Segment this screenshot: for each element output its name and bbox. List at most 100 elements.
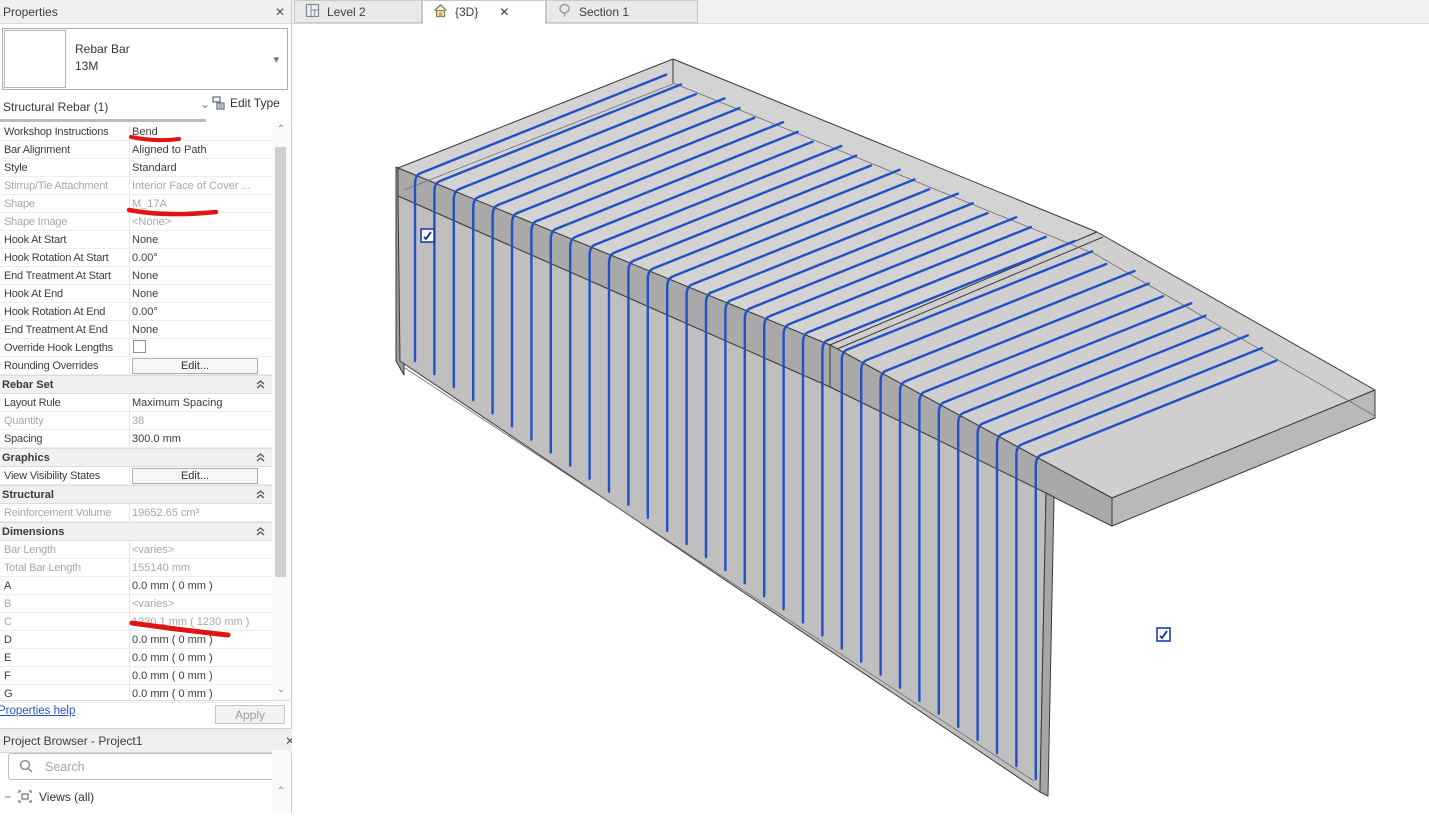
property-checkbox[interactable] [133,340,146,353]
property-value[interactable]: <None> [132,216,270,228]
vertical-scrollbar[interactable]: ⌃ ⌄ [272,123,290,700]
rebar-set-checkbox-icon[interactable] [1157,628,1170,641]
property-value[interactable]: None [132,324,270,336]
type-family: Rebar Bar [75,41,130,58]
edit-type-button[interactable]: Edit Type [212,96,280,110]
property-value[interactable]: Bend [132,126,270,138]
property-label: End Treatment At End [0,324,131,336]
property-group-header[interactable]: Dimensions [0,522,272,541]
property-value[interactable]: <varies> [132,544,270,556]
property-value[interactable]: 1230.1 mm ( 1230 mm ) [132,616,270,628]
property-value[interactable]: Standard [132,162,270,174]
property-label: Shape Image [0,216,131,228]
property-label: Workshop Instructions [0,126,131,138]
collapse-icon [255,452,266,463]
property-value[interactable]: None [132,270,270,282]
property-row: Hook Rotation At End0.00° [0,303,272,321]
property-value[interactable]: 300.0 mm [132,433,270,445]
property-label: C [0,616,131,628]
property-value[interactable]: 155140 mm [132,562,270,574]
project-browser-title: Project Browser - Project1 [3,734,142,748]
property-value[interactable]: 0.00° [132,306,270,318]
property-value[interactable]: None [132,234,270,246]
properties-title: Properties [3,5,58,19]
property-label: Rounding Overrides [0,360,131,372]
search-icon [19,759,34,774]
property-value[interactable]: Interior Face of Cover ... [132,180,270,192]
property-value[interactable]: 0.0 mm ( 0 mm ) [132,670,270,682]
property-row: Override Hook Lengths [0,339,272,357]
horizontal-scrollbar[interactable] [0,119,206,122]
property-row: A0.0 mm ( 0 mm ) [0,577,272,595]
tree-expander-icon[interactable]: − [4,790,11,804]
property-row: Quantity38 [0,412,272,430]
view-tab-3d[interactable]: {3D}✕ [422,0,546,24]
scroll-down-icon[interactable]: ⌄ [275,686,287,694]
property-grid: Workshop InstructionsBendBar AlignmentAl… [0,123,272,700]
close-icon[interactable]: ✕ [275,5,285,19]
3d-viewport[interactable] [292,24,1429,813]
property-value[interactable]: 38 [132,415,270,427]
edit-type-icon [212,96,226,110]
property-value[interactable]: 19652.65 cm³ [132,507,270,519]
property-label: Shape [0,198,131,210]
vertical-scrollbar[interactable]: ⌃ [272,750,290,813]
edit-button[interactable]: Edit... [132,468,258,484]
property-row: Hook At EndNone [0,285,272,303]
property-label: View Visibility States [0,470,131,482]
apply-button[interactable]: Apply [215,705,285,724]
property-row: D0.0 mm ( 0 mm ) [0,631,272,649]
property-row: Bar AlignmentAligned to Path [0,141,272,159]
view-tab-section1[interactable]: Section 1 [546,0,698,23]
properties-panel: Properties ✕ Rebar Bar 13M ▾ Structural … [0,0,292,813]
property-value[interactable]: 0.0 mm ( 0 mm ) [132,652,270,664]
property-value[interactable]: M_17A [132,198,270,210]
property-value[interactable]: 0.0 mm ( 0 mm ) [132,688,270,700]
property-value[interactable]: 0.0 mm ( 0 mm ) [132,580,270,592]
scroll-up-icon[interactable]: ⌃ [275,788,287,796]
property-label: Reinforcement Volume [0,507,131,519]
type-selector[interactable]: Rebar Bar 13M ▾ [2,28,288,90]
scroll-up-icon[interactable]: ⌃ [275,126,287,134]
property-group-header[interactable]: Graphics [0,448,272,467]
home-icon [433,3,448,21]
property-group-header[interactable]: Rebar Set [0,375,272,394]
properties-footer: Properties help Apply [0,700,292,728]
property-group-header[interactable]: Structural [0,485,272,504]
property-value[interactable]: 0.0 mm ( 0 mm ) [132,634,270,646]
property-value[interactable]: Aligned to Path [132,144,270,156]
search-input[interactable] [43,759,247,775]
property-label: Hook At End [0,288,131,300]
type-name: 13M [75,58,130,75]
close-tab-icon[interactable]: ✕ [499,5,509,19]
rebar-set-checkbox-icon[interactable] [421,229,434,242]
property-row: Hook At StartNone [0,231,272,249]
property-value[interactable]: 0.00° [132,252,270,264]
project-browser-header: Project Browser - Project1 ✕ [0,728,301,753]
property-value[interactable]: Maximum Spacing [132,397,270,409]
properties-help-link[interactable]: Properties help [0,705,75,717]
view-tab-level2[interactable]: Level 2 [294,0,422,23]
property-value[interactable]: <varies> [132,598,270,610]
property-row: Shape Image<None> [0,213,272,231]
3d-model [292,24,1429,813]
scrollbar-thumb[interactable] [275,147,286,577]
selection-filter[interactable]: Structural Rebar (1) [0,100,108,114]
tree-item-views[interactable]: − Views (all) [4,789,94,804]
property-label: Bar Alignment [0,144,131,156]
property-label: Hook Rotation At Start [0,252,131,264]
chevron-down-icon[interactable]: ▾ [273,53,279,66]
property-value[interactable]: None [132,288,270,300]
floor-plan-icon [305,3,320,21]
property-label: Hook Rotation At End [0,306,131,318]
section-marker-icon [557,3,572,21]
search-box[interactable] [8,753,280,780]
property-label: B [0,598,131,610]
edit-button[interactable]: Edit... [132,358,258,374]
property-row: B<varies> [0,595,272,613]
property-row: Spacing300.0 mm [0,430,272,448]
selection-row: Structural Rebar (1) ⌄ Edit Type [0,96,292,118]
property-label: Total Bar Length [0,562,131,574]
property-label: Spacing [0,433,131,445]
chevron-down-icon[interactable]: ⌄ [200,97,210,111]
